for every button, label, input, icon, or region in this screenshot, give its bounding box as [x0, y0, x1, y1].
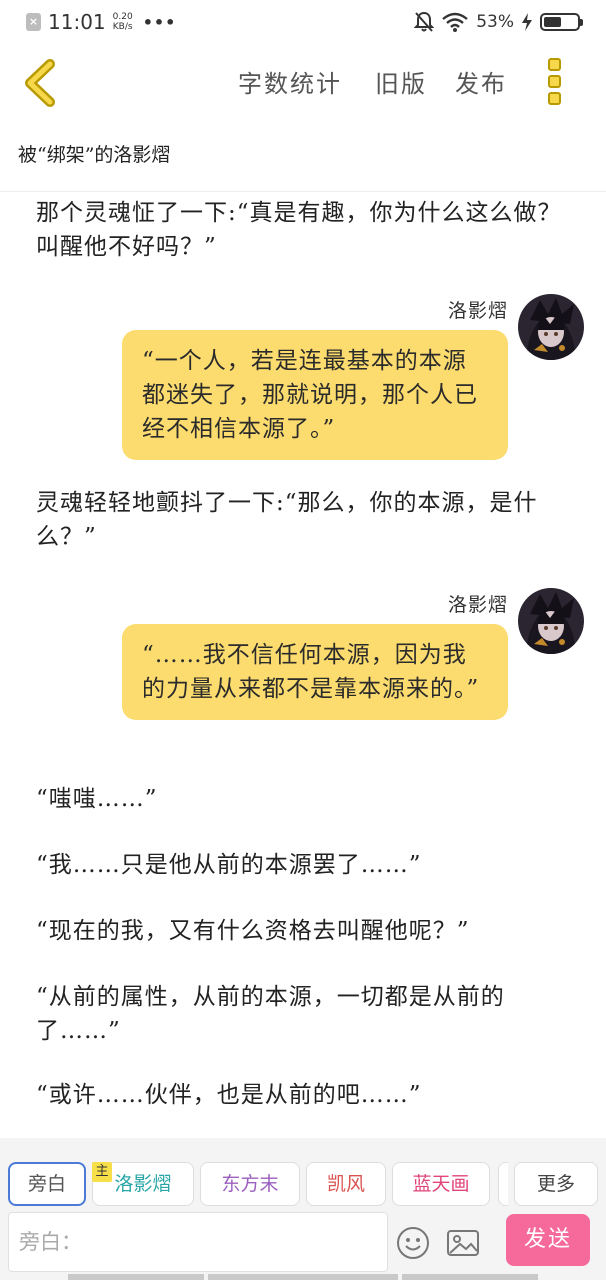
story-title[interactable]: 被“绑架”的洛影熠: [18, 140, 170, 167]
status-bar: × 11:01 0.20 KB/s ••• 53%: [0, 0, 606, 46]
keyboard-scroll-hint: [68, 1274, 204, 1280]
charging-icon: [522, 13, 532, 31]
character-chip-dongfang-mo[interactable]: 东方末: [200, 1162, 300, 1206]
notification-close-icon: ×: [26, 13, 41, 31]
more-menu-icon[interactable]: [548, 58, 568, 108]
status-time: 11:01: [48, 10, 106, 34]
narration-line[interactable]: “我……只是他从前的本源罢了……”: [36, 848, 576, 882]
character-chip-overflow[interactable]: [498, 1162, 508, 1206]
keyboard-scroll-hint: [402, 1274, 538, 1280]
back-chevron-icon[interactable]: [20, 58, 60, 108]
character-chip-kai-feng[interactable]: 凯风: [306, 1162, 386, 1206]
speaker-name: 洛影熠: [447, 594, 508, 616]
image-icon[interactable]: [446, 1226, 480, 1260]
character-avatar[interactable]: [518, 588, 584, 654]
main-character-badge: 主: [92, 1162, 112, 1182]
emoji-icon[interactable]: [396, 1226, 430, 1260]
more-notifications-icon: •••: [142, 12, 177, 32]
send-button[interactable]: 发送: [506, 1214, 590, 1266]
editor-toolbar: 字数统计 旧版 发布: [0, 46, 606, 118]
narration-line[interactable]: “嗤嗤……”: [36, 782, 576, 816]
story-content[interactable]: 那个灵魂怔了一下:“真是有趣，你为什么这么做？叫醒他不好吗？” 洛影熠 “一个人…: [0, 192, 606, 1138]
network-speed: 0.20 KB/s: [112, 12, 133, 32]
wifi-icon: [442, 12, 468, 32]
narration-line[interactable]: 灵魂轻轻地颤抖了一下:“那么，你的本源，是什么？”: [36, 486, 576, 554]
dialogue-bubble[interactable]: “……我不信任何本源，因为我的力量从来都不是靠本源来的。”: [122, 624, 508, 720]
word-count-button[interactable]: 字数统计: [238, 64, 342, 99]
dialogue-input[interactable]: [8, 1212, 388, 1272]
narration-line[interactable]: “从前的属性，从前的本源，一切都是从前的了……”: [36, 980, 576, 1048]
mute-bell-icon: [414, 11, 435, 32]
battery-level: [544, 17, 561, 27]
publish-button[interactable]: 发布: [455, 64, 507, 99]
narration-line[interactable]: “现在的我，又有什么资格去叫醒他呢？”: [36, 914, 576, 948]
character-chip-narrator[interactable]: 旁白: [8, 1162, 86, 1206]
compose-panel: 旁白 主 洛影熠 东方末 凯风 蓝天画 更多 发送: [0, 1138, 606, 1280]
character-chip-lan-tianhua[interactable]: 蓝天画: [392, 1162, 490, 1206]
speaker-name: 洛影熠: [447, 300, 508, 322]
story-title-bar: 被“绑架”的洛影熠: [0, 132, 606, 192]
keyboard-scroll-hint: [208, 1274, 398, 1280]
battery-icon: [540, 13, 583, 31]
dialogue-bubble[interactable]: “一个人，若是连最基本的本源都迷失了，那就说明，那个人已经不相信本源了。”: [122, 330, 508, 460]
old-version-button[interactable]: 旧版: [375, 64, 427, 99]
character-avatar[interactable]: [518, 294, 584, 360]
narration-line[interactable]: “或许……伙伴，也是从前的吧……”: [36, 1078, 576, 1112]
character-chip-luo-yingyi[interactable]: 主 洛影熠: [92, 1162, 194, 1206]
narration-line[interactable]: 那个灵魂怔了一下:“真是有趣，你为什么这么做？叫醒他不好吗？”: [36, 196, 576, 264]
more-characters-button[interactable]: 更多: [514, 1162, 598, 1206]
battery-percent: 53%: [476, 12, 514, 32]
